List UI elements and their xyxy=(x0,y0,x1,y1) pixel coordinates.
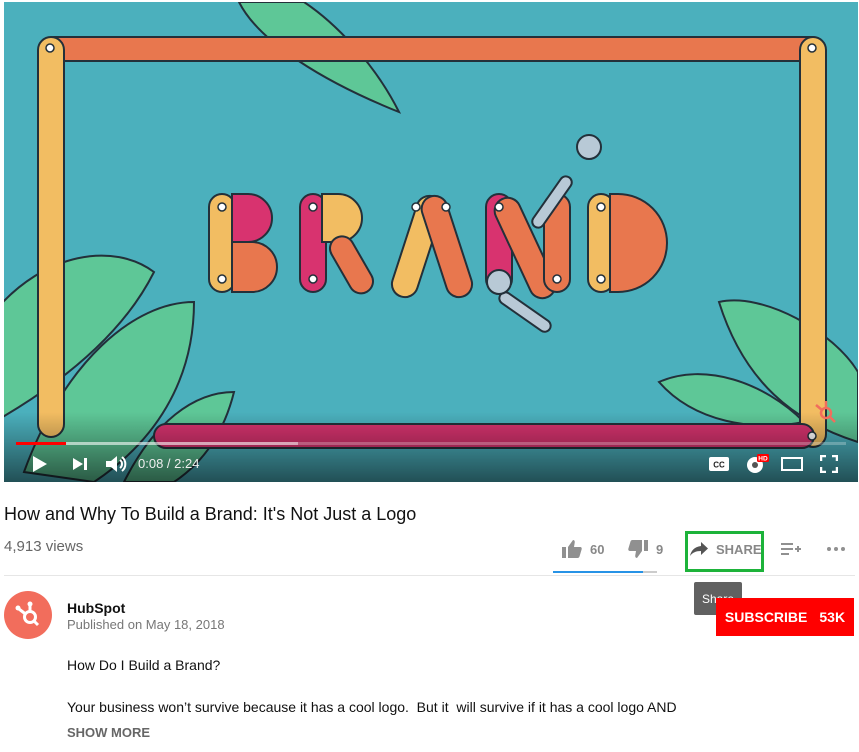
thumbs-up-icon xyxy=(562,540,582,558)
play-icon xyxy=(33,456,47,472)
sentiment-bar-likes xyxy=(553,571,644,573)
publish-date: Published on May 18, 2018 xyxy=(67,617,225,632)
next-button[interactable] xyxy=(68,452,92,476)
description-line-1: How Do I Build a Brand? xyxy=(67,657,221,673)
hubspot-logo-icon xyxy=(15,601,40,627)
dislike-count: 9 xyxy=(656,541,664,557)
theater-mode-icon xyxy=(781,457,803,471)
time-separator: / xyxy=(163,456,175,471)
subscriber-count: 53K xyxy=(819,609,846,625)
hubspot-watermark-icon xyxy=(815,401,836,423)
captions-icon: CC xyxy=(709,457,729,471)
theater-mode-button[interactable] xyxy=(780,452,804,476)
progress-bar[interactable] xyxy=(16,442,846,445)
video-frame-artwork xyxy=(4,2,858,482)
playlist-add-icon xyxy=(781,543,801,555)
dislike-button[interactable]: 9 xyxy=(628,537,663,561)
description-line-2: Your business won’t survive because it h… xyxy=(67,699,677,715)
subscribe-label: SUBSCRIBE xyxy=(724,609,808,625)
like-count: 60 xyxy=(590,541,605,557)
save-to-playlist-button[interactable] xyxy=(781,537,801,561)
settings-button[interactable]: HD xyxy=(744,452,770,476)
progress-played xyxy=(16,442,66,445)
skip-next-icon xyxy=(73,458,87,470)
channel-name[interactable]: HubSpot xyxy=(67,600,125,616)
more-horizontal-icon xyxy=(827,547,845,551)
video-player[interactable]: 0:08 / 2:24 CC HD xyxy=(4,2,858,482)
section-divider xyxy=(4,575,855,576)
like-button[interactable]: 60 xyxy=(562,537,604,561)
fullscreen-icon xyxy=(820,455,838,473)
video-title: How and Why To Build a Brand: It's Not J… xyxy=(4,504,417,524)
view-count: 4,913 views xyxy=(4,538,84,555)
captions-label: CC xyxy=(713,461,725,470)
channel-avatar[interactable] xyxy=(4,591,52,639)
sentiment-bar xyxy=(553,571,657,573)
fullscreen-button[interactable] xyxy=(817,452,841,476)
time-total: 2:24 xyxy=(174,456,200,471)
captions-button[interactable]: CC xyxy=(707,452,731,476)
volume-icon xyxy=(106,456,127,472)
show-more-link[interactable]: SHOW MORE xyxy=(67,725,150,740)
subscribe-button[interactable]: SUBSCRIBE 53K xyxy=(716,598,854,636)
play-button[interactable] xyxy=(28,452,52,476)
hd-badge: HD xyxy=(758,456,768,463)
volume-button[interactable] xyxy=(104,452,128,476)
gear-icon: HD xyxy=(747,454,769,473)
more-actions-button[interactable] xyxy=(826,537,846,561)
time-display: 0:08 / 2:24 xyxy=(138,456,199,471)
thumbs-down-icon xyxy=(628,540,648,558)
share-highlight-box xyxy=(685,531,764,572)
time-current: 0:08 xyxy=(138,456,164,471)
